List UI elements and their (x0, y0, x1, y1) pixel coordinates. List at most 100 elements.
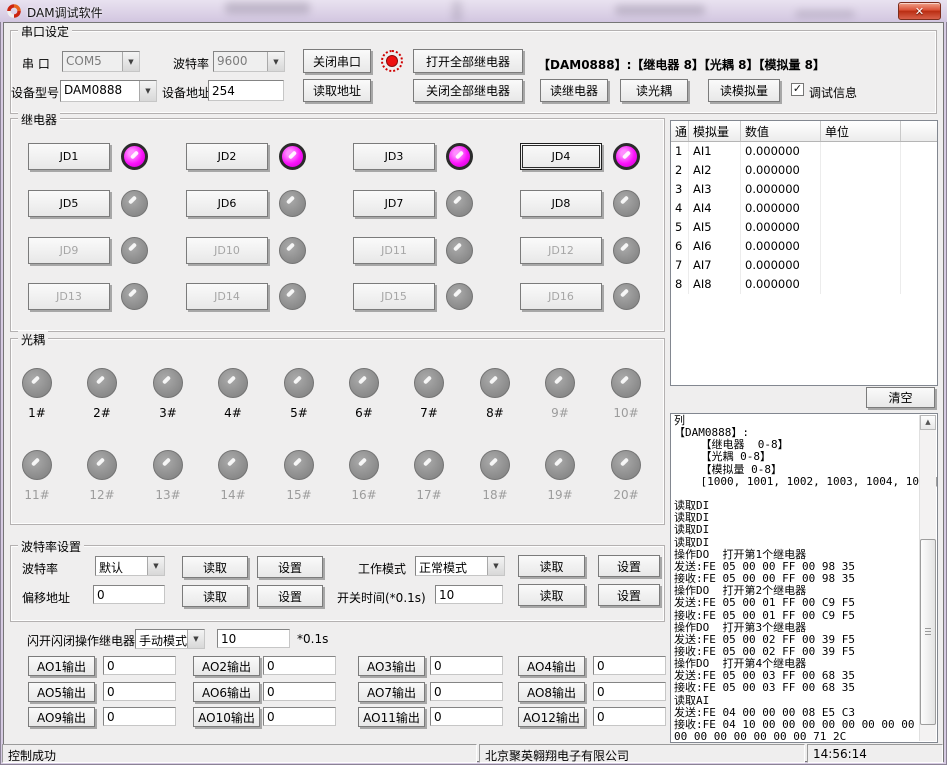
work-mode-set-button[interactable]: 设置 (598, 555, 660, 577)
ao-output-button-ao6[interactable]: AO6输出 (193, 682, 260, 702)
clear-log-button[interactable]: 清空 (866, 387, 935, 408)
baud-set-label: 波特率 (22, 560, 58, 577)
ao-output-button-ao8[interactable]: AO8输出 (518, 682, 585, 702)
ao-output-button-ao2[interactable]: AO2输出 (193, 656, 260, 676)
table-row[interactable]: 6AI60.000000 (671, 237, 937, 256)
close-all-relays-button[interactable]: 关闭全部继电器 (413, 79, 523, 102)
work-mode-select[interactable]: 正常模式 ▼ (415, 556, 505, 576)
ao-output-button-ao10[interactable]: AO10输出 (193, 707, 260, 727)
relay-led-jd6 (279, 190, 306, 217)
scroll-up-icon[interactable]: ▲ (920, 415, 936, 430)
relay-button-jd3[interactable]: JD3 (353, 143, 435, 170)
ao-output-button-ao1[interactable]: AO1输出 (28, 656, 95, 676)
table-row[interactable]: 2AI20.000000 (671, 161, 937, 180)
ao-output-input-ao11[interactable] (430, 707, 503, 726)
ao-output-input-ao6[interactable] (263, 682, 336, 701)
switch-time-read-button[interactable]: 读取 (518, 584, 585, 606)
cell-channel: 6 (671, 237, 689, 256)
flash-time-input[interactable] (217, 629, 290, 648)
header-unit[interactable]: 单位 (821, 121, 901, 141)
flash-mode-value: 手动模式 (136, 630, 187, 648)
ao-output-button-ao4[interactable]: AO4输出 (518, 656, 585, 676)
flash-mode-select[interactable]: 手动模式 ▼ (135, 629, 205, 649)
desktop-artifact (452, 0, 462, 22)
log-scrollbar[interactable]: ▲ (919, 415, 936, 741)
log-line: 【光耦 0-8】 (674, 451, 918, 463)
cell-analog: AI3 (689, 180, 741, 199)
opto-led-5 (284, 368, 314, 398)
ao-output-input-ao2[interactable] (263, 656, 336, 675)
read-opto-button[interactable]: 读光耦 (620, 79, 688, 102)
table-row[interactable]: 3AI30.000000 (671, 180, 937, 199)
header-channel[interactable]: 通 (671, 121, 689, 141)
baud-settings-title: 波特率设置 (18, 538, 84, 555)
ao-output-button-ao12[interactable]: AO12输出 (518, 707, 585, 727)
ao-output-input-ao7[interactable] (430, 682, 503, 701)
log-line: 读取DI (674, 524, 918, 536)
model-select[interactable]: DAM0888 ▼ (60, 80, 157, 102)
ao-output-input-ao5[interactable] (103, 682, 176, 701)
analog-table[interactable]: 通 模拟量 数值 单位 1AI10.0000002AI20.0000003AI3… (670, 120, 938, 386)
opto-label-10: 10# (606, 406, 646, 420)
offset-set-button[interactable]: 设置 (257, 585, 323, 607)
debug-info-checkbox[interactable] (791, 83, 804, 96)
ao-output-input-ao4[interactable] (593, 656, 666, 675)
opto-led-1 (22, 368, 52, 398)
relay-button-jd7[interactable]: JD7 (353, 190, 435, 217)
relay-button-jd8[interactable]: JD8 (520, 190, 602, 217)
read-address-button[interactable]: 读取地址 (303, 79, 371, 102)
chevron-down-icon: ▼ (187, 630, 204, 648)
relay-led-jd3 (446, 143, 473, 170)
table-row[interactable]: 8AI80.000000 (671, 275, 937, 294)
relay-led-jd5 (121, 190, 148, 217)
ao-output-button-ao7[interactable]: AO7输出 (358, 682, 425, 702)
table-row[interactable]: 5AI50.000000 (671, 218, 937, 237)
log-line: 接收:FE 05 00 01 FF 00 C9 F5 (674, 610, 918, 622)
ao-output-input-ao8[interactable] (593, 682, 666, 701)
ao-output-input-ao12[interactable] (593, 707, 666, 726)
relay-led-jd14 (279, 283, 306, 310)
read-relay-button[interactable]: 读继电器 (540, 79, 608, 102)
ao-output-input-ao9[interactable] (103, 707, 176, 726)
header-analog[interactable]: 模拟量 (689, 121, 741, 141)
offset-read-button[interactable]: 读取 (182, 585, 248, 607)
model-label: 设备型号 (11, 84, 59, 101)
offset-input[interactable] (93, 585, 165, 604)
desktop-artifact (615, 5, 705, 15)
relay-button-jd1[interactable]: JD1 (28, 143, 110, 170)
opto-led-2 (87, 368, 117, 398)
baud-set-button[interactable]: 设置 (257, 556, 323, 578)
baud-read-button[interactable]: 读取 (182, 556, 248, 578)
chevron-down-icon: ▼ (147, 557, 164, 575)
ao-output-input-ao10[interactable] (263, 707, 336, 726)
work-mode-read-button[interactable]: 读取 (518, 555, 585, 577)
table-row[interactable]: 1AI10.000000 (671, 142, 937, 161)
ao-output-button-ao11[interactable]: AO11输出 (358, 707, 425, 727)
close-button[interactable]: ✕ (898, 2, 941, 20)
ao-output-button-ao5[interactable]: AO5输出 (28, 682, 95, 702)
device-summary: 【DAM0888】:【继电器 8】【光耦 8】【模拟量 8】 (538, 56, 825, 73)
ao-output-input-ao1[interactable] (103, 656, 176, 675)
relay-button-jd2[interactable]: JD2 (186, 143, 268, 170)
read-analog-button[interactable]: 读模拟量 (708, 79, 780, 102)
switch-time-input[interactable] (435, 585, 503, 604)
scrollbar-thumb[interactable] (920, 539, 936, 725)
ao-output-button-ao9[interactable]: AO9输出 (28, 707, 95, 727)
relay-button-jd5[interactable]: JD5 (28, 190, 110, 217)
open-all-relays-button[interactable]: 打开全部继电器 (413, 49, 523, 73)
log-line: 接收:FE 05 00 03 FF 00 68 35 (674, 682, 918, 694)
close-port-button[interactable]: 关闭串口 (303, 49, 371, 73)
log-panel[interactable]: 列【DAM0888】: 【继电器 0-8】 【光耦 0-8】 【模拟量 0-8】… (670, 413, 938, 743)
cell-value: 0.000000 (741, 256, 821, 275)
opto-led-13 (153, 450, 183, 480)
baud-set-select[interactable]: 默认 ▼ (95, 556, 165, 576)
address-input[interactable] (208, 80, 284, 101)
ao-output-button-ao3[interactable]: AO3输出 (358, 656, 425, 676)
table-row[interactable]: 4AI40.000000 (671, 199, 937, 218)
header-value[interactable]: 数值 (741, 121, 821, 141)
switch-time-set-button[interactable]: 设置 (598, 584, 660, 606)
relay-button-jd4[interactable]: JD4 (520, 143, 602, 170)
relay-button-jd6[interactable]: JD6 (186, 190, 268, 217)
ao-output-input-ao3[interactable] (430, 656, 503, 675)
table-row[interactable]: 7AI70.000000 (671, 256, 937, 275)
